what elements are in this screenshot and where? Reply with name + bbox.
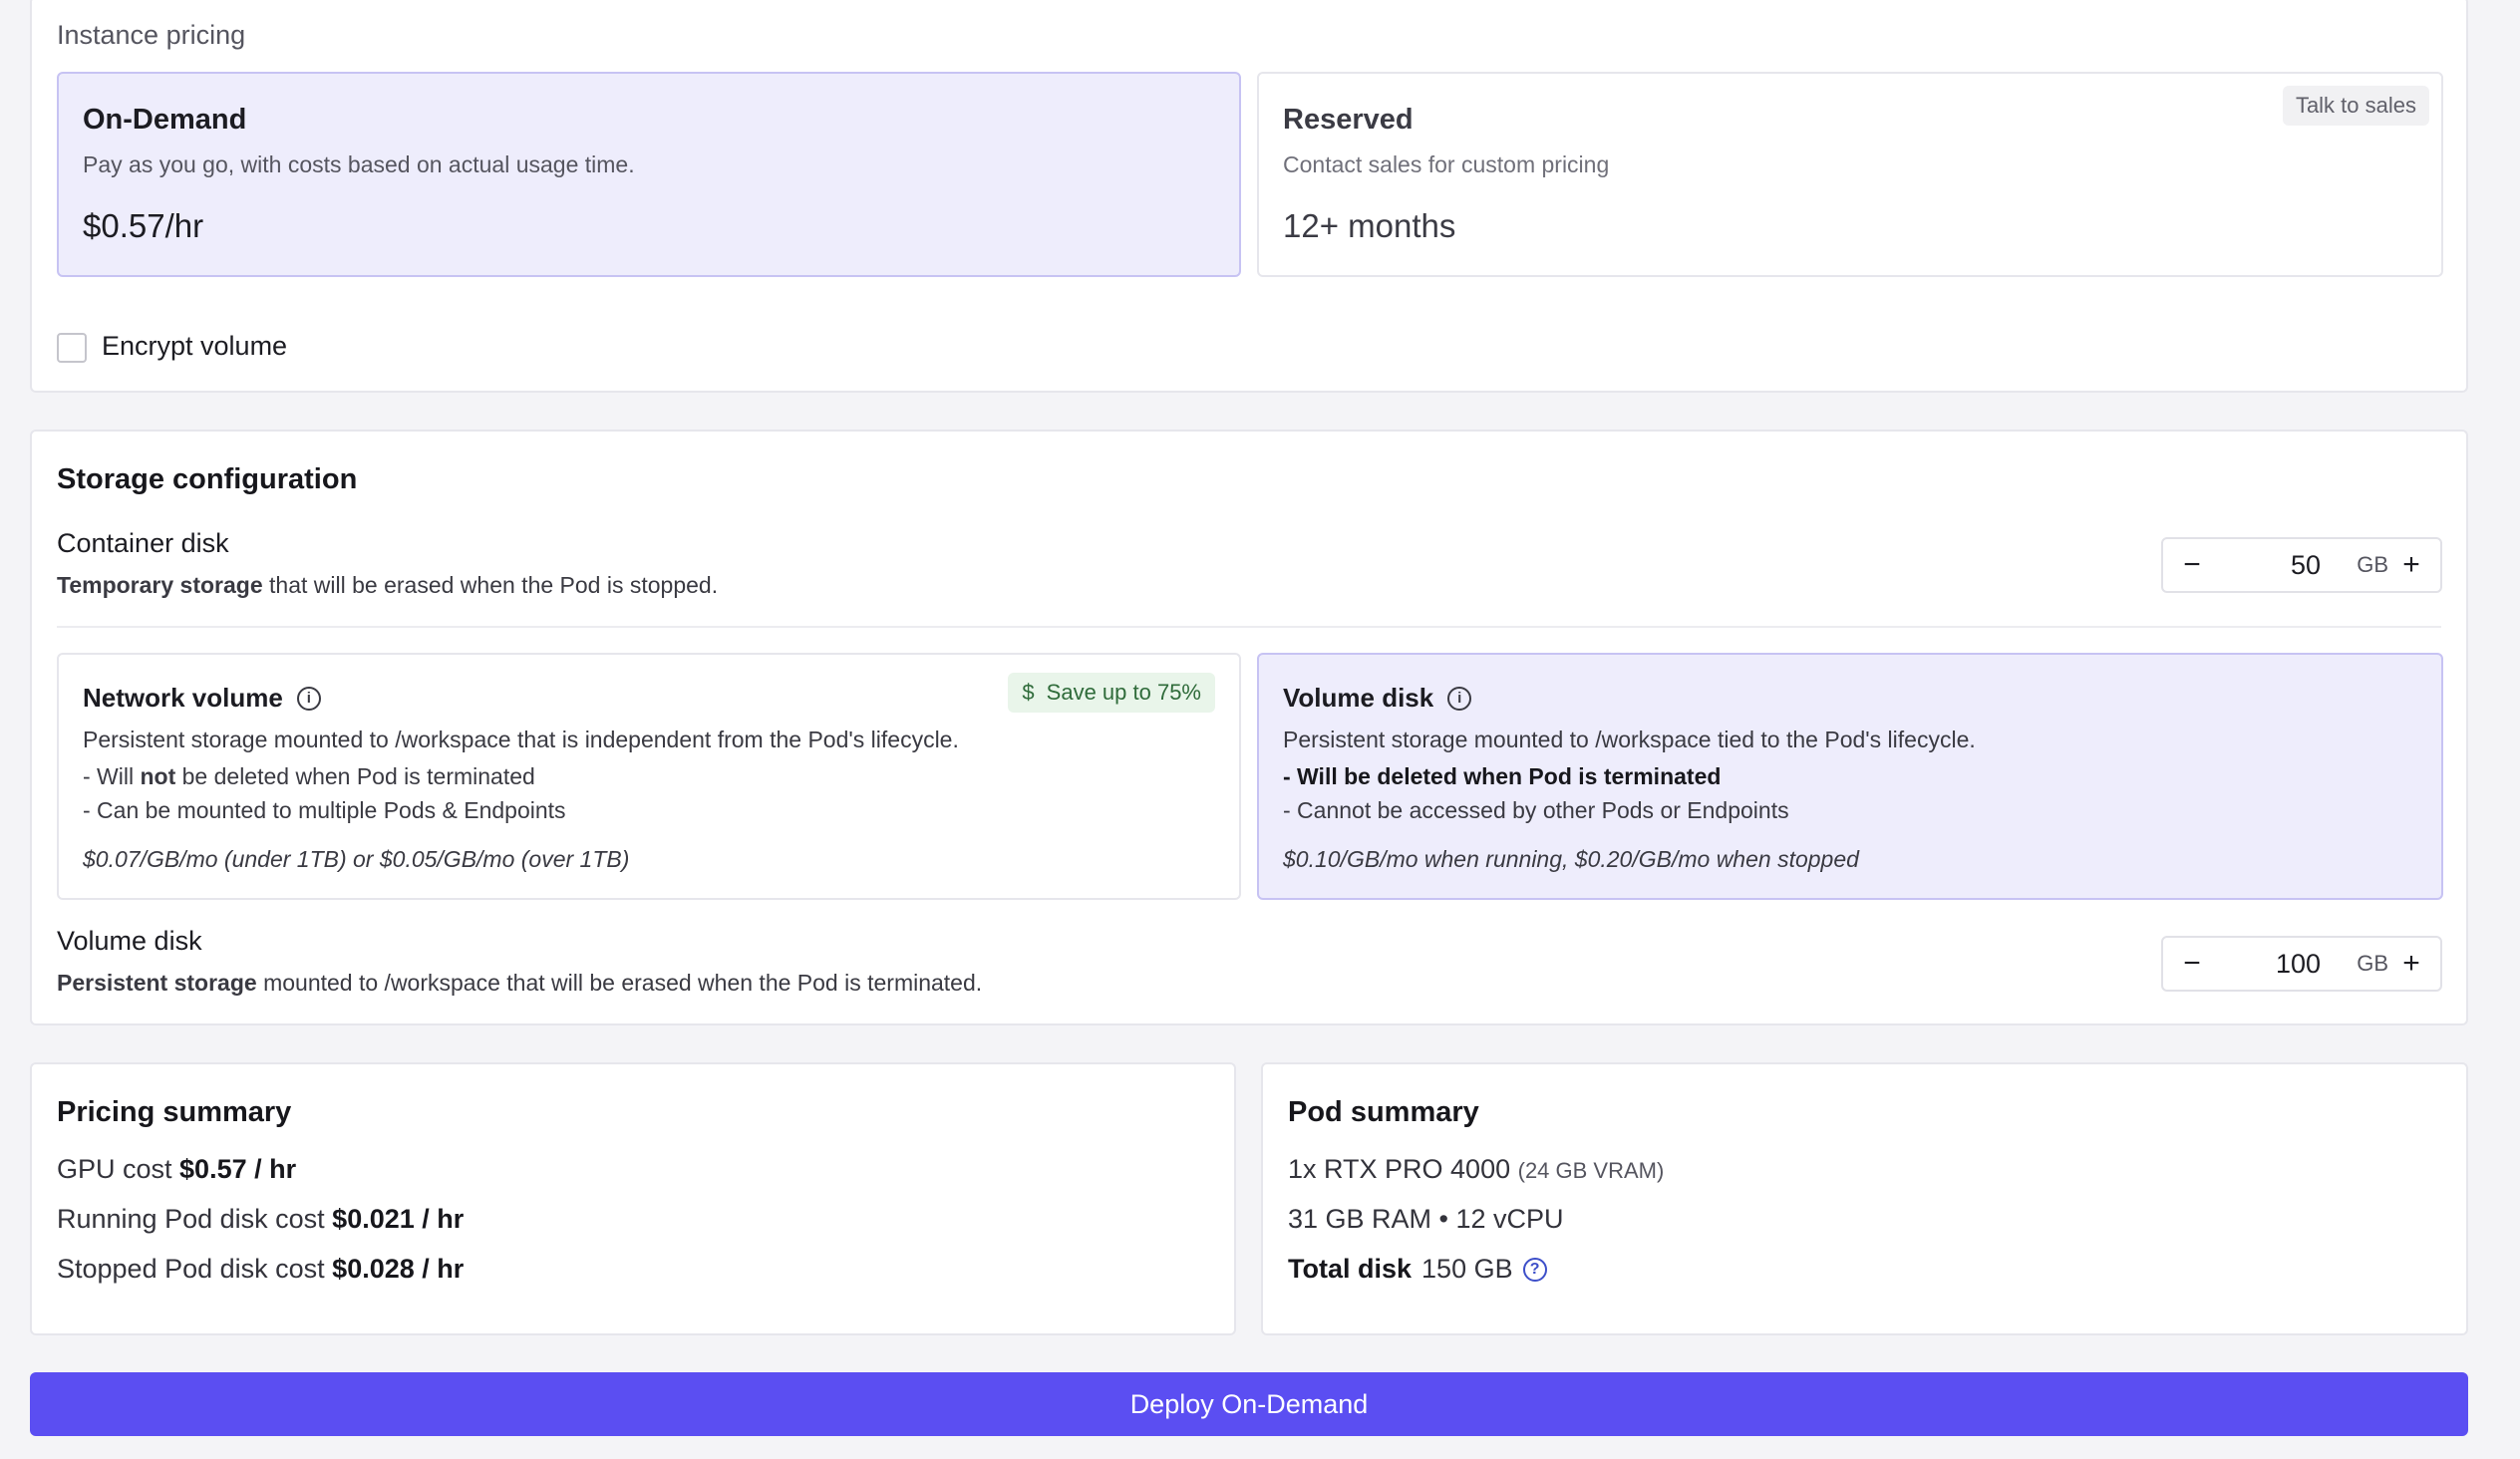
save-badge-text: Save up to 75% bbox=[1046, 680, 1201, 705]
network-volume-option[interactable]: Network volume i $ Save up to 75% Persist… bbox=[57, 653, 1241, 900]
talk-to-sales-button[interactable]: Talk to sales bbox=[2282, 86, 2429, 126]
reserved-desc: Contact sales for custom pricing bbox=[1283, 151, 1610, 177]
network-volume-price: $0.07/GB/mo (under 1TB) or $0.05/GB/mo (… bbox=[83, 846, 630, 872]
instance-pricing-card: Instance pricing On-Demand Pay as you go… bbox=[30, 0, 2468, 393]
volume-disk-label: Volume disk bbox=[57, 926, 202, 956]
gpu-cost-label: GPU cost bbox=[57, 1154, 180, 1184]
stopped-disk-cost-row: Stopped Pod disk cost $0.028 / hr bbox=[57, 1254, 464, 1285]
volume-disk-option[interactable]: Volume disk i Persistent storage mounted… bbox=[1257, 653, 2443, 900]
volume-disk-stepper[interactable]: − 100 GB + bbox=[2161, 936, 2442, 992]
pricing-summary-title: Pricing summary bbox=[57, 1096, 292, 1128]
volume-disk-desc-rest: mounted to /workspace that will be erase… bbox=[256, 970, 983, 996]
container-disk-label: Container disk bbox=[57, 528, 229, 558]
help-icon[interactable]: ? bbox=[1522, 1257, 1547, 1282]
instance-pricing-label: Instance pricing bbox=[57, 20, 246, 50]
running-disk-cost-row: Running Pod disk cost $0.021 / hr bbox=[57, 1204, 464, 1235]
divider bbox=[57, 626, 2441, 628]
pod-summary-card: Pod summary 1x RTX PRO 4000 (24 GB VRAM)… bbox=[1261, 1062, 2468, 1335]
on-demand-desc: Pay as you go, with costs based on actua… bbox=[83, 151, 635, 177]
volume-disk-unit: GB bbox=[2357, 951, 2388, 976]
container-disk-desc: Temporary storage that will be erased wh… bbox=[57, 572, 718, 599]
pricing-summary-card: Pricing summary GPU cost $0.57 / hr Runn… bbox=[30, 1062, 1236, 1335]
network-volume-title: Network volume bbox=[83, 683, 283, 713]
network-volume-desc: Persistent storage mounted to /workspace… bbox=[83, 727, 959, 752]
gpu-cost-row: GPU cost $0.57 / hr bbox=[57, 1154, 296, 1185]
volume-disk-option-desc: Persistent storage mounted to /workspace… bbox=[1283, 727, 1976, 752]
container-disk-stepper[interactable]: − 50 GB + bbox=[2161, 537, 2442, 593]
volume-disk-increment-button[interactable]: + bbox=[2386, 938, 2436, 990]
on-demand-title: On-Demand bbox=[83, 104, 247, 136]
storage-config-card: Storage configuration Container disk Tem… bbox=[30, 430, 2468, 1025]
volume-disk-title-row: Volume disk i bbox=[1283, 683, 1472, 714]
container-disk-unit: GB bbox=[2357, 552, 2388, 577]
info-icon[interactable]: i bbox=[296, 686, 321, 711]
storage-config-title: Storage configuration bbox=[57, 463, 358, 495]
encrypt-volume-checkbox[interactable] bbox=[57, 333, 87, 363]
dollar-icon: $ bbox=[1022, 680, 1035, 705]
reserved-price: 12+ months bbox=[1283, 207, 1456, 244]
gpu-name: 1x RTX PRO 4000 bbox=[1288, 1154, 1511, 1184]
container-disk-decrement-button[interactable]: − bbox=[2167, 539, 2217, 591]
stopped-disk-cost-value: $0.028 / hr bbox=[332, 1254, 465, 1284]
container-disk-desc-rest: that will be erased when the Pod is stop… bbox=[262, 572, 719, 598]
volume-disk-desc-bold: Persistent storage bbox=[57, 970, 257, 996]
network-volume-bullet-1-post: be deleted when Pod is terminated bbox=[175, 763, 535, 789]
network-volume-bullet-1-bold: not bbox=[140, 763, 176, 789]
volume-disk-desc: Persistent storage mounted to /workspace… bbox=[57, 970, 982, 997]
total-disk-value: 150 GB bbox=[1421, 1254, 1513, 1284]
gpu-vram: (24 GB VRAM) bbox=[1517, 1158, 1665, 1183]
network-volume-bullet-1: - Will not be deleted when Pod is termin… bbox=[83, 763, 535, 790]
network-volume-bullet-1-pre: - Will bbox=[83, 763, 141, 789]
network-volume-title-row: Network volume i bbox=[83, 683, 321, 714]
running-disk-cost-label: Running Pod disk cost bbox=[57, 1204, 333, 1234]
on-demand-option[interactable]: On-Demand Pay as you go, with costs base… bbox=[57, 72, 1241, 277]
reserved-title: Reserved bbox=[1283, 104, 1414, 136]
network-volume-bullet-2: - Can be mounted to multiple Pods & Endp… bbox=[83, 797, 566, 823]
gpu-row: 1x RTX PRO 4000 (24 GB VRAM) bbox=[1288, 1154, 1664, 1185]
container-disk-value[interactable]: 50 bbox=[2221, 539, 2321, 591]
specs-row: 31 GB RAM • 12 vCPU bbox=[1288, 1204, 1564, 1234]
reserved-option[interactable]: Reserved Contact sales for custom pricin… bbox=[1257, 72, 2443, 277]
total-disk-row: Total disk 150 GB ? bbox=[1288, 1254, 1547, 1285]
container-disk-increment-button[interactable]: + bbox=[2386, 539, 2436, 591]
pod-summary-title: Pod summary bbox=[1288, 1096, 1479, 1128]
encrypt-volume-label: Encrypt volume bbox=[102, 331, 288, 361]
volume-disk-decrement-button[interactable]: − bbox=[2167, 938, 2217, 990]
gpu-cost-value: $0.57 / hr bbox=[179, 1154, 297, 1184]
volume-disk-option-price: $0.10/GB/mo when running, $0.20/GB/mo wh… bbox=[1283, 846, 1859, 872]
save-badge: $ Save up to 75% bbox=[1008, 673, 1215, 713]
volume-disk-option-bullet-2: - Cannot be accessed by other Pods or En… bbox=[1283, 797, 1789, 823]
info-icon[interactable]: i bbox=[1447, 686, 1472, 711]
running-disk-cost-value: $0.021 / hr bbox=[332, 1204, 465, 1234]
volume-disk-option-bullet-1: - Will be deleted when Pod is terminated bbox=[1283, 763, 1722, 789]
volume-disk-option-title: Volume disk bbox=[1283, 683, 1434, 713]
total-disk-label: Total disk bbox=[1288, 1254, 1413, 1284]
container-disk-desc-bold: Temporary storage bbox=[57, 572, 263, 598]
on-demand-price: $0.57/hr bbox=[83, 207, 204, 244]
volume-disk-value[interactable]: 100 bbox=[2221, 938, 2321, 990]
stopped-disk-cost-label: Stopped Pod disk cost bbox=[57, 1254, 333, 1284]
deploy-on-demand-button[interactable]: Deploy On-Demand bbox=[30, 1372, 2468, 1436]
